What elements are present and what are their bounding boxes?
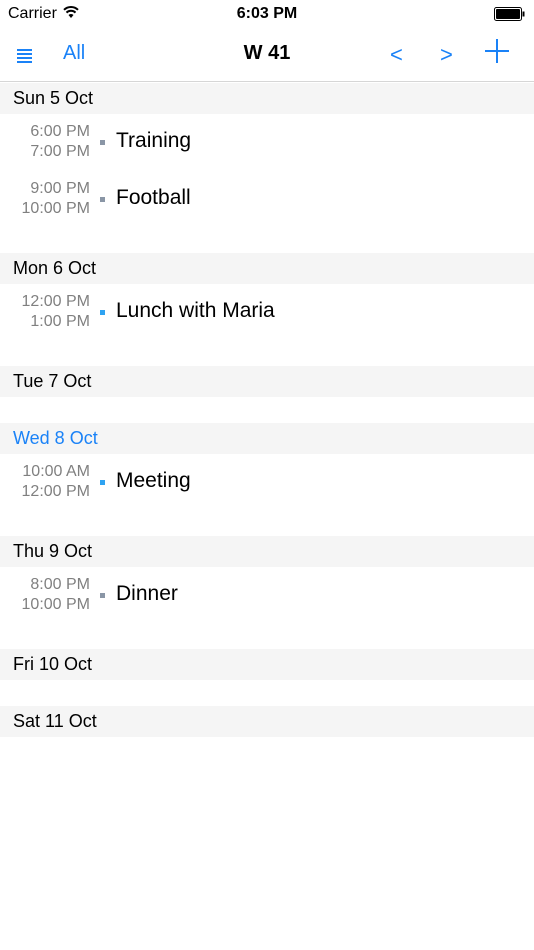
calendar-color-dot: [100, 593, 105, 598]
prev-week-button[interactable]: <: [390, 42, 403, 68]
day-block-spacer: [0, 624, 534, 649]
day-header: Tue 7 Oct: [0, 366, 534, 397]
day-header: Wed 8 Oct: [0, 423, 534, 454]
next-week-button[interactable]: >: [440, 42, 453, 68]
day-header: Mon 6 Oct: [0, 253, 534, 284]
status-time: 6:03 PM: [236, 5, 298, 22]
add-icon[interactable]: [484, 38, 510, 64]
calendar-color-dot: [100, 480, 105, 485]
day-block-spacer: [0, 228, 534, 253]
event-row[interactable]: 9:00 PM 10:00 PM Football: [0, 171, 534, 228]
agenda-list: Sun 5 Oct 6:00 PM 7:00 PM Training 9:00 PM 10…: [0, 83, 534, 763]
status-bar: Carrier 6:03 PM: [0, 0, 534, 30]
event-title: Dinner: [116, 582, 178, 605]
event-title: Meeting: [116, 469, 191, 492]
event-times: 10:00 AM 12:00 PM: [22, 462, 90, 502]
event-title: Football: [116, 186, 191, 209]
event-start-time: 12:00 PM: [21, 293, 90, 310]
event-end-time: 7:00 PM: [30, 143, 90, 160]
battery-icon: [494, 7, 525, 21]
day-header: Sat 11 Oct: [0, 706, 534, 737]
event-row[interactable]: 12:00 PM 1:00 PM Lunch with Maria: [0, 284, 534, 341]
event-row[interactable]: 8:00 PM 10:00 PM Dinner: [0, 567, 534, 624]
empty-day: [0, 397, 534, 423]
day-block-spacer: [0, 341, 534, 366]
day-header: Sun 5 Oct: [0, 83, 534, 114]
empty-day: [0, 680, 534, 706]
empty-day: [0, 737, 534, 763]
event-start-time: 10:00 AM: [22, 463, 90, 480]
event-title: Lunch with Maria: [116, 299, 275, 322]
event-row[interactable]: 10:00 AM 12:00 PM Meeting: [0, 454, 534, 511]
day-header: Thu 9 Oct: [0, 536, 534, 567]
day-header: Fri 10 Oct: [0, 649, 534, 680]
event-start-time: 6:00 PM: [30, 123, 90, 140]
event-row[interactable]: 6:00 PM 7:00 PM Training: [0, 114, 534, 171]
calendar-color-dot: [100, 197, 105, 202]
list-icon[interactable]: [14, 42, 40, 68]
event-end-time: 1:00 PM: [30, 313, 90, 330]
event-end-time: 10:00 PM: [21, 200, 90, 217]
event-times: 9:00 PM 10:00 PM: [22, 179, 90, 219]
event-title: Training: [116, 129, 192, 152]
day-block-spacer: [0, 511, 534, 536]
all-button[interactable]: All: [63, 42, 85, 65]
event-times: 12:00 PM 1:00 PM: [22, 292, 90, 332]
event-times: 6:00 PM 7:00 PM: [30, 122, 90, 162]
event-start-time: 8:00 PM: [30, 576, 90, 593]
event-end-time: 10:00 PM: [21, 596, 90, 613]
event-start-time: 9:00 PM: [30, 180, 90, 197]
nav-bar: All W 41 < >: [0, 30, 534, 82]
event-times: 8:00 PM 10:00 PM: [22, 575, 90, 615]
event-end-time: 12:00 PM: [21, 483, 90, 500]
calendar-color-dot: [100, 310, 105, 315]
calendar-color-dot: [100, 140, 105, 145]
